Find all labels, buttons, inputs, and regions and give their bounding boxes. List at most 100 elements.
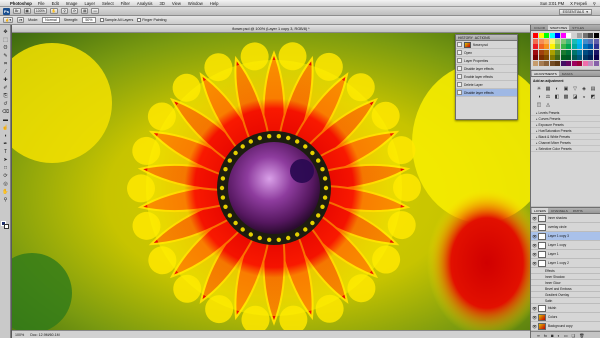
eyedropper-tool-icon[interactable]: ⁄ [1, 69, 10, 76]
color-swatch[interactable] [582, 49, 588, 55]
gradient-tool-icon[interactable]: ▬ [1, 117, 10, 124]
path-select-tool-icon[interactable]: ➤ [1, 157, 10, 164]
3d-rotate-tool-icon[interactable]: ⟳ [1, 173, 10, 180]
menu-layer[interactable]: Layer [84, 1, 94, 6]
tab-styles[interactable]: STYLES [570, 25, 586, 30]
adjustment-icon[interactable]: ⚖ [544, 94, 552, 101]
color-swatch[interactable] [560, 49, 566, 55]
color-swatch[interactable] [571, 38, 577, 44]
color-swatch[interactable] [566, 49, 571, 55]
color-swatch[interactable] [544, 60, 549, 66]
menu-3d[interactable]: 3D [160, 1, 165, 6]
menu-select[interactable]: Select [102, 1, 114, 6]
adjustment-icon[interactable]: ▤ [589, 86, 597, 93]
color-swatch[interactable] [582, 55, 588, 60]
preset-item[interactable]: Selective Color Presets [531, 146, 600, 152]
color-swatch[interactable] [538, 33, 544, 38]
status-zoom[interactable]: 100% [15, 333, 24, 337]
eye-icon[interactable]: 👁 [532, 252, 537, 257]
dodge-tool-icon[interactable]: ◖ [1, 133, 10, 140]
image-canvas[interactable] [12, 33, 530, 330]
new-group-icon[interactable]: ▭ [564, 333, 568, 338]
user-name[interactable]: X Ferpeli [570, 1, 587, 6]
color-swatch[interactable] [549, 60, 555, 66]
pen-tool-icon[interactable]: ✒ [1, 141, 10, 148]
tab-paths[interactable]: PATHS [571, 208, 585, 213]
color-swatch[interactable] [571, 55, 577, 60]
adjustment-icon[interactable]: ☀ [535, 86, 543, 93]
history-marker-icon[interactable] [457, 74, 462, 79]
color-swatch[interactable] [533, 38, 538, 44]
color-swatch[interactable] [560, 55, 566, 60]
color-swatch[interactable] [571, 60, 577, 66]
app-menu[interactable]: Photoshop [10, 1, 32, 6]
tab-channels[interactable]: CHANNELS [549, 208, 570, 213]
adjustment-icon[interactable]: ◬ [544, 102, 552, 109]
layer-row[interactable]: 👁 Layer 1 copy 2 [531, 259, 600, 268]
color-swatch[interactable] [549, 33, 555, 38]
move-tool-icon[interactable]: ✥ [1, 29, 10, 36]
color-swatch[interactable] [566, 38, 571, 44]
layer-row[interactable]: 👁 Colors [531, 313, 600, 322]
layer-row[interactable]: 👁 Background copy [531, 322, 600, 331]
color-swatch[interactable] [566, 44, 571, 49]
layer-row[interactable]: 👁 Layer 1 [531, 250, 600, 259]
color-swatch[interactable] [588, 44, 593, 49]
tab-swatches[interactable]: SWATCHES [548, 25, 570, 30]
color-swatch[interactable] [533, 60, 538, 66]
color-swatch[interactable] [588, 33, 593, 38]
color-swatch[interactable] [588, 60, 593, 66]
color-swatch[interactable] [593, 55, 599, 60]
clone-stamp-tool-icon[interactable]: ⎘ [1, 93, 10, 100]
hand-tool-icon[interactable]: ✋ [1, 189, 10, 196]
history-marker-icon[interactable] [457, 82, 462, 87]
color-swatch[interactable] [549, 44, 555, 49]
color-swatch[interactable] [593, 44, 599, 49]
tab-actions[interactable]: ACTIONS [475, 36, 490, 40]
color-swatch[interactable] [555, 44, 560, 49]
strength-input[interactable]: 50% [82, 17, 96, 23]
color-swatch[interactable] [533, 55, 538, 60]
doc-size[interactable]: Doc: 12.9M/60.1M [30, 333, 59, 337]
color-swatch[interactable] [593, 49, 599, 55]
color-swatch[interactable] [549, 55, 555, 60]
color-swatch[interactable] [544, 33, 549, 38]
history-marker-icon[interactable] [457, 50, 462, 55]
adjustment-icon[interactable]: ▣ [562, 86, 570, 93]
brush-tool-icon[interactable]: ✐ [1, 85, 10, 92]
marquee-tool-icon[interactable]: ⬚ [1, 37, 10, 44]
sample-all-layers-checkbox[interactable]: Sample All Layers [99, 18, 133, 22]
history-item-active[interactable]: Disable layer effects [456, 89, 517, 97]
zoom-level-dropdown[interactable]: 100% [33, 8, 47, 14]
adjustment-icon[interactable]: ◑ [535, 94, 543, 101]
finger-painting-checkbox[interactable]: Finger Painting [137, 18, 166, 22]
color-swatch[interactable] [549, 38, 555, 44]
color-swatch[interactable] [549, 49, 555, 55]
color-swatch[interactable] [566, 55, 571, 60]
bridge-button[interactable]: Br [13, 8, 21, 14]
adjustment-icon[interactable]: ◩ [589, 94, 597, 101]
color-swatch[interactable] [566, 60, 571, 66]
layer-row[interactable]: 👁 Layer 1 copy [531, 241, 600, 250]
adjustment-icon[interactable]: ▩ [562, 94, 570, 101]
color-swatch[interactable] [533, 44, 538, 49]
adjustment-icon[interactable]: ◒ [580, 94, 588, 101]
eye-icon[interactable]: 👁 [532, 261, 537, 266]
history-item[interactable]: Delete Layer [456, 81, 517, 89]
history-marker-icon[interactable] [457, 90, 462, 95]
color-swatch[interactable] [555, 60, 560, 66]
layer-row[interactable]: 👁 inner shadow [531, 214, 600, 223]
adjustment-icon[interactable]: ◐ [553, 86, 561, 93]
background-color-swatch[interactable] [4, 224, 9, 229]
color-swatch[interactable] [571, 49, 577, 55]
document-title[interactable]: flower.psd @ 100% (Layer 1 copy 3, RGB/8… [12, 25, 530, 33]
color-swatch[interactable] [538, 44, 544, 49]
color-swatch[interactable] [538, 49, 544, 55]
adjustment-icon[interactable]: ▽ [571, 86, 579, 93]
arrange-documents-button[interactable]: ▤ [81, 8, 89, 14]
adjustment-icon[interactable]: ◧ [553, 94, 561, 101]
color-swatch[interactable] [555, 33, 560, 38]
spotlight-icon[interactable]: ⚲ [593, 1, 596, 6]
color-swatch[interactable] [544, 55, 549, 60]
link-layers-icon[interactable]: ∞ [537, 333, 540, 338]
